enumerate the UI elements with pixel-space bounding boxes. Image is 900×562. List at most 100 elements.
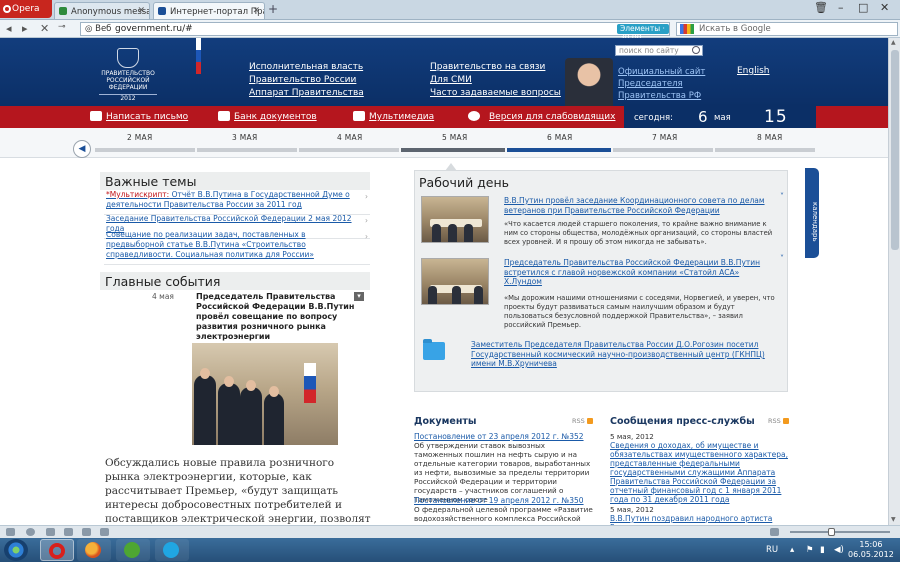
new-tab-button[interactable]: + (268, 2, 278, 16)
calendar-tab[interactable]: календарь (805, 168, 819, 258)
press-link[interactable]: В.В.Путин поздравил народного артиста Ро… (610, 514, 792, 525)
english-link[interactable]: English (737, 66, 770, 76)
document-link[interactable]: Постановление от 19 апреля 2012 г. №350 (414, 496, 594, 505)
view-icon[interactable] (770, 528, 779, 536)
zoom-slider-handle[interactable] (828, 528, 835, 536)
important-topic-item[interactable]: Совещание по реализации задач, поставлен… (104, 228, 370, 265)
date-item[interactable]: 2 МАЯ (127, 133, 152, 142)
today-label: сегодня: (634, 113, 673, 123)
link-faq[interactable]: Часто задаваемые вопросы (430, 87, 561, 100)
chevron-down-icon[interactable]: ˅ (780, 254, 784, 263)
network-icon[interactable]: ▮ (820, 545, 825, 555)
key-icon[interactable]: ⊸ (58, 22, 66, 32)
search-icon[interactable] (692, 46, 700, 54)
date-back-button[interactable]: ◀ (73, 140, 91, 158)
link-executive-power[interactable]: Исполнительная власть (249, 61, 364, 74)
news-photo[interactable] (421, 196, 489, 243)
person-figure (428, 286, 437, 304)
images-icon[interactable] (100, 528, 109, 536)
forward-button[interactable]: ▸ (22, 22, 28, 35)
vertical-scrollbar[interactable]: ▲ ▼ (888, 38, 900, 525)
google-search-input[interactable]: Искать в Google (676, 22, 898, 36)
person-figure (218, 383, 240, 445)
news-title-link[interactable]: В.В.Путин провёл заседание Координационн… (504, 196, 776, 215)
chevron-down-icon[interactable]: ˅ (780, 192, 784, 201)
date-item[interactable]: 4 МАЯ (337, 133, 362, 142)
link-government-contact[interactable]: Правительство на связи (430, 61, 561, 74)
documents-bank-link[interactable]: Банк документов (234, 112, 317, 122)
tab-close-icon[interactable]: ✕ (252, 6, 260, 16)
date-item[interactable]: 7 МАЯ (652, 133, 677, 142)
eagle-emblem-icon (117, 48, 139, 68)
date-item[interactable]: 5 МАЯ (442, 133, 467, 142)
news-photo[interactable] (421, 258, 489, 305)
link-government-office[interactable]: Аппарат Правительства (249, 87, 364, 100)
minimize-button[interactable]: – (838, 1, 844, 14)
unite-icon[interactable] (64, 528, 73, 536)
news-title-link[interactable]: Заместитель Председателя Правительства Р… (471, 340, 771, 369)
share-icon[interactable] (46, 528, 55, 536)
low-vision-link[interactable]: Версия для слабовидящих (489, 112, 615, 122)
documents-rss-icon[interactable]: RSS (572, 417, 593, 425)
tab-government-portal[interactable]: Интернет-портал Пра... ✕ (153, 2, 265, 19)
start-button[interactable] (4, 539, 28, 561)
elements-badge[interactable]: Элементы · 30.00 (617, 24, 669, 42)
cloud-icon[interactable] (26, 528, 35, 536)
tab-anonymous-message[interactable]: Anonymous message t... ✕ (54, 2, 150, 19)
scroll-down-icon[interactable]: ▼ (891, 516, 896, 523)
date-item[interactable]: 6 МАЯ (547, 133, 572, 142)
important-topic-item[interactable]: *Мультискрипт: Отчёт В.В.Путина в Госуда… (104, 188, 370, 215)
trash-icon[interactable]: 🗑 (814, 1, 828, 14)
document-link[interactable]: Постановление от 23 апреля 2012 г. №352 (414, 432, 594, 441)
person-figure (448, 224, 457, 242)
maximize-button[interactable]: □ (858, 1, 868, 14)
date-item[interactable]: 3 МАЯ (232, 133, 257, 142)
person-figure (240, 387, 262, 445)
taskbar-clock[interactable]: 15:06 06.05.2012 (848, 540, 894, 560)
chevron-down-icon[interactable]: ▾ (354, 292, 364, 301)
write-letter-link[interactable]: Написать письмо (106, 112, 188, 122)
scroll-up-icon[interactable]: ▲ (891, 39, 896, 46)
back-button[interactable]: ◂ (6, 22, 12, 35)
press-link[interactable]: Сведения о доходах, об имуществе и обяза… (610, 441, 792, 504)
official-site-link[interactable]: Официальный сайт Председателя Правительс… (618, 66, 705, 102)
person-figure (264, 393, 284, 445)
flag-icon[interactable]: ⚑ (806, 545, 814, 555)
close-window-button[interactable]: ✕ (880, 1, 889, 14)
firefox-icon (85, 542, 101, 558)
date-segment (95, 148, 195, 152)
date-segment-current (401, 148, 505, 152)
volume-icon[interactable]: ◀) (834, 545, 844, 555)
panel-toggle-icon[interactable] (6, 528, 15, 536)
zoom-slider-track[interactable] (790, 531, 890, 533)
link-government-russia[interactable]: Правительство России (249, 74, 364, 87)
tab-close-icon[interactable]: ✕ (137, 6, 145, 16)
today-month: мая (714, 113, 731, 123)
date-item[interactable]: 8 МАЯ (757, 133, 782, 142)
taskbar-utorrent[interactable] (116, 539, 150, 561)
taskbar-opera[interactable] (40, 539, 74, 561)
turbo-icon[interactable] (82, 528, 91, 536)
date-segment-selected (507, 148, 611, 152)
eye-icon (468, 111, 480, 121)
stop-icon[interactable]: ✕ (40, 22, 49, 35)
language-indicator[interactable]: RU (766, 545, 778, 555)
site-search-input[interactable]: поиск по сайту (615, 45, 703, 56)
person-head (269, 386, 279, 397)
event-photo[interactable] (192, 343, 338, 445)
taskbar-firefox[interactable] (77, 539, 111, 561)
news-title-link[interactable]: Председатель Правительства Российской Фе… (504, 258, 776, 287)
taskbar-skype[interactable] (155, 539, 189, 561)
url-input[interactable]: ◎ Веб government.ru/# Элементы · 30.00 (80, 22, 670, 42)
event-date: 4 мая (152, 292, 174, 301)
scrollbar-thumb[interactable] (891, 50, 899, 250)
multimedia-link[interactable]: Мультимедиа (369, 112, 434, 122)
event-title-link[interactable]: Председатель Правительства Российской Фе… (196, 292, 356, 342)
tray-expand-icon[interactable]: ▴ (790, 545, 794, 555)
folder-icon (218, 111, 230, 121)
opera-menu-button[interactable]: Opera (0, 0, 52, 18)
government-logo[interactable]: ПРАВИТЕЛЬСТВО РОССИЙСКОЙ ФЕДЕРАЦИИ 2012 (99, 48, 157, 104)
link-for-media[interactable]: Для СМИ (430, 74, 561, 87)
site-search-placeholder: поиск по сайту (619, 46, 679, 55)
press-rss-icon[interactable]: RSS (768, 417, 789, 425)
